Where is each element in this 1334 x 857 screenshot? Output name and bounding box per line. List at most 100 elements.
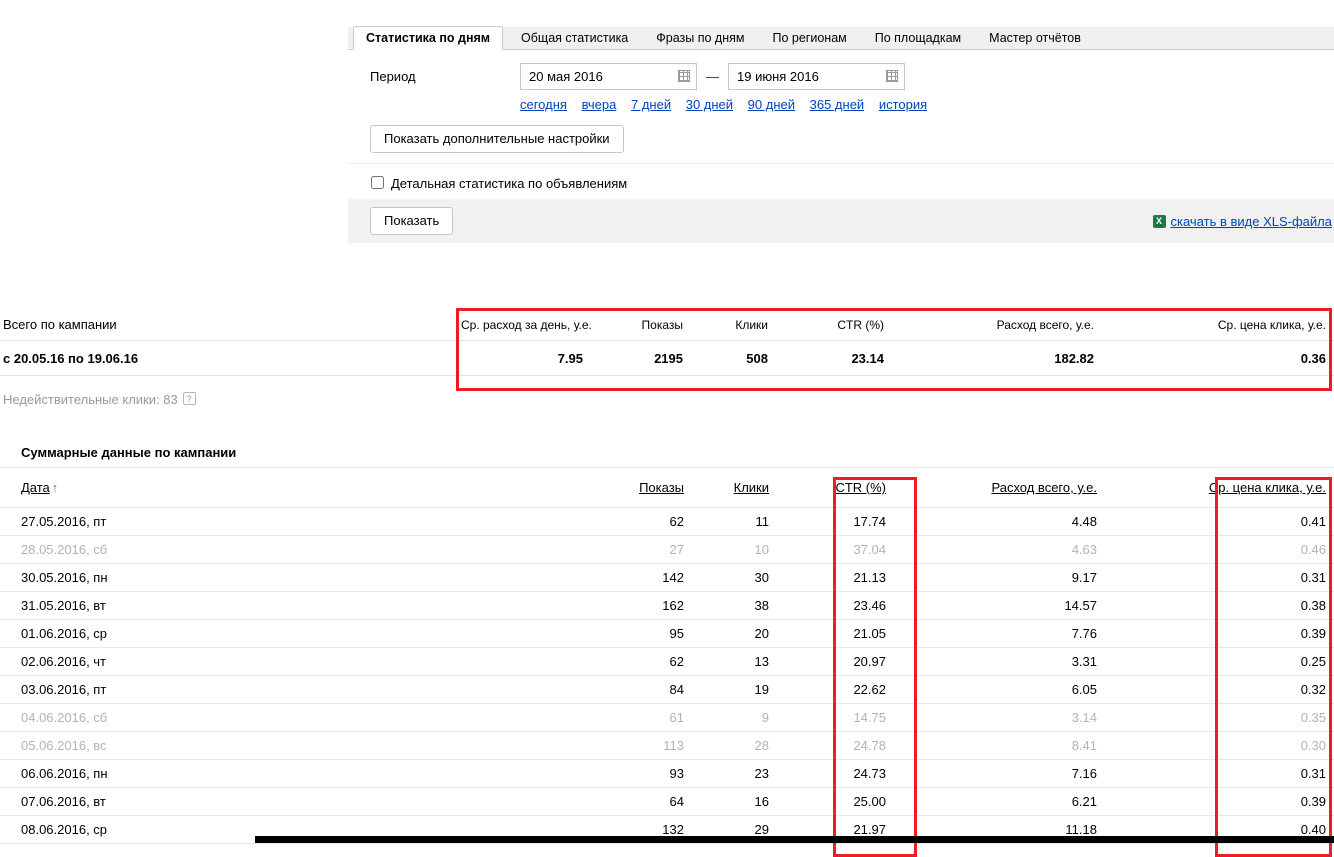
- daily-stats-table: Дата ↑ Показы Клики CTR (%) Расход всего,…: [0, 467, 1334, 844]
- cost-cell: 3.14: [894, 703, 1105, 732]
- extra-settings-button[interactable]: Показать дополнительные настройки: [370, 125, 624, 153]
- date-cell: 03.06.2016, пт: [0, 675, 572, 704]
- link-yesterday[interactable]: вчера: [582, 97, 617, 112]
- sort-by-cpc[interactable]: Ср. цена клика, у.е.: [1209, 480, 1326, 495]
- clicks-cell: 23: [692, 759, 777, 788]
- clicks-cell: 11: [692, 507, 777, 536]
- date-to-input[interactable]: [728, 63, 905, 90]
- shows-cell: 61: [572, 703, 692, 732]
- cpc-cell: 0.39: [1105, 619, 1334, 648]
- tab-report-wizard[interactable]: Мастер отчётов: [979, 27, 1091, 49]
- shows-cell: 62: [572, 647, 692, 676]
- shows-cell: 27: [572, 535, 692, 564]
- ctr-cell: 24.73: [777, 759, 894, 788]
- detailed-stats-checkbox[interactable]: [371, 176, 384, 189]
- shows-cell: 95: [572, 619, 692, 648]
- cpc-cell: 0.41: [1105, 507, 1334, 536]
- cpc-cell: 0.38: [1105, 591, 1334, 620]
- value-shows: 2195: [654, 350, 683, 366]
- date-range-dash: —: [706, 69, 719, 84]
- tab-stats-by-day[interactable]: Статистика по дням: [353, 26, 504, 50]
- date-cell: 01.06.2016, ср: [0, 619, 572, 648]
- shows-cell: 84: [572, 675, 692, 704]
- cpc-cell: 0.46: [1105, 535, 1334, 564]
- ctr-cell: 17.74: [777, 507, 894, 536]
- clicks-cell: 28: [692, 731, 777, 760]
- clicks-cell: 9: [692, 703, 777, 732]
- link-90-days[interactable]: 90 дней: [748, 97, 795, 112]
- cost-cell: 4.48: [894, 507, 1105, 536]
- clicks-cell: 13: [692, 647, 777, 676]
- cost-cell: 7.16: [894, 759, 1105, 788]
- date-from-input[interactable]: [520, 63, 697, 90]
- link-today[interactable]: сегодня: [520, 97, 567, 112]
- ctr-cell: 20.97: [777, 647, 894, 676]
- cpc-cell: 0.25: [1105, 647, 1334, 676]
- link-30-days[interactable]: 30 дней: [686, 97, 733, 112]
- statistics-panel: Статистика по дням Общая статистика Фраз…: [348, 26, 1334, 243]
- tab-by-platforms[interactable]: По площадкам: [865, 27, 971, 49]
- download-xls-link[interactable]: X скачать в виде XLS-файла: [1152, 213, 1333, 229]
- link-365-days[interactable]: 365 дней: [810, 97, 865, 112]
- cost-cell: 7.76: [894, 619, 1105, 648]
- filter-form: Период — сегодня вчера 7 дней 30 дней 90…: [348, 50, 1334, 199]
- tab-general-stats[interactable]: Общая статистика: [511, 27, 638, 49]
- sort-by-shows[interactable]: Показы: [639, 480, 684, 495]
- date-cell: 05.06.2016, вс: [0, 731, 572, 760]
- cost-cell: 6.21: [894, 787, 1105, 816]
- campaign-totals-table: Всего по кампании Ср. расход за день, у.…: [0, 309, 1334, 376]
- sort-by-ctr[interactable]: CTR (%): [835, 480, 886, 495]
- ctr-cell: 21.05: [777, 619, 894, 648]
- col-clicks: Клики: [735, 317, 768, 332]
- clicks-cell: 30: [692, 563, 777, 592]
- table-row: 28.05.2016, сб 27 10 37.04 4.63 0.46: [0, 535, 1334, 564]
- table-row: 27.05.2016, пт 62 11 17.74 4.48 0.41: [0, 507, 1334, 536]
- cost-cell: 9.17: [894, 563, 1105, 592]
- calendar-icon[interactable]: [678, 70, 690, 82]
- table-row: 30.05.2016, пн 142 30 21.13 9.17 0.31: [0, 563, 1334, 592]
- value-total-cost: 182.82: [1054, 350, 1094, 366]
- tab-by-regions[interactable]: По регионам: [762, 27, 856, 49]
- value-clicks: 508: [746, 350, 768, 366]
- col-avg-cpc: Ср. цена клика, у.е.: [1217, 317, 1326, 332]
- quick-period-links: сегодня вчера 7 дней 30 дней 90 дней 365…: [520, 97, 1334, 113]
- clicks-cell: 10: [692, 535, 777, 564]
- period-label: Период: [370, 69, 416, 84]
- ctr-cell: 23.46: [777, 591, 894, 620]
- excel-icon: X: [1152, 214, 1166, 228]
- cpc-cell: 0.31: [1105, 759, 1334, 788]
- cost-cell: 4.63: [894, 535, 1105, 564]
- col-ctr: CTR (%): [837, 317, 884, 332]
- detailed-stats-label[interactable]: Детальная статистика по объявлениям: [391, 176, 627, 191]
- clicks-cell: 38: [692, 591, 777, 620]
- date-from-field[interactable]: [520, 63, 697, 90]
- date-cell: 28.05.2016, сб: [0, 535, 572, 564]
- sort-by-cost[interactable]: Расход всего, у.е.: [991, 480, 1097, 495]
- table-row: 06.06.2016, пн 93 23 24.73 7.16 0.31: [0, 759, 1334, 788]
- download-xls-label: скачать в виде XLS-файла: [1170, 213, 1333, 229]
- table-row: 31.05.2016, вт 162 38 23.46 14.57 0.38: [0, 591, 1334, 620]
- date-to-field[interactable]: [728, 63, 905, 90]
- link-history[interactable]: история: [879, 97, 927, 112]
- cpc-cell: 0.39: [1105, 787, 1334, 816]
- value-avg-cpc: 0.36: [1300, 350, 1326, 366]
- sort-by-clicks[interactable]: Клики: [734, 480, 769, 495]
- totals-value-row: с 20.05.16 по 19.06.16 7.95 2195 508 23.…: [0, 341, 1334, 376]
- ctr-cell: 21.13: [777, 563, 894, 592]
- section-title: Суммарные данные по кампании: [21, 445, 237, 460]
- link-7-days[interactable]: 7 дней: [631, 97, 671, 112]
- sort-by-date[interactable]: Дата: [21, 480, 50, 495]
- value-ctr: 23.14: [851, 350, 884, 366]
- cost-cell: 14.57: [894, 591, 1105, 620]
- tab-bar: Статистика по дням Общая статистика Фраз…: [348, 26, 1334, 50]
- cpc-cell: 0.32: [1105, 675, 1334, 704]
- date-cell: 07.06.2016, вт: [0, 787, 572, 816]
- tab-phrases-by-day[interactable]: Фразы по дням: [646, 27, 754, 49]
- calendar-icon[interactable]: [886, 70, 898, 82]
- help-icon[interactable]: ?: [182, 392, 196, 405]
- date-cell: 04.06.2016, сб: [0, 703, 572, 732]
- col-shows: Показы: [641, 317, 683, 332]
- sort-direction-icon: ↑: [51, 480, 59, 495]
- cpc-cell: 0.31: [1105, 563, 1334, 592]
- show-button[interactable]: Показать: [370, 207, 454, 235]
